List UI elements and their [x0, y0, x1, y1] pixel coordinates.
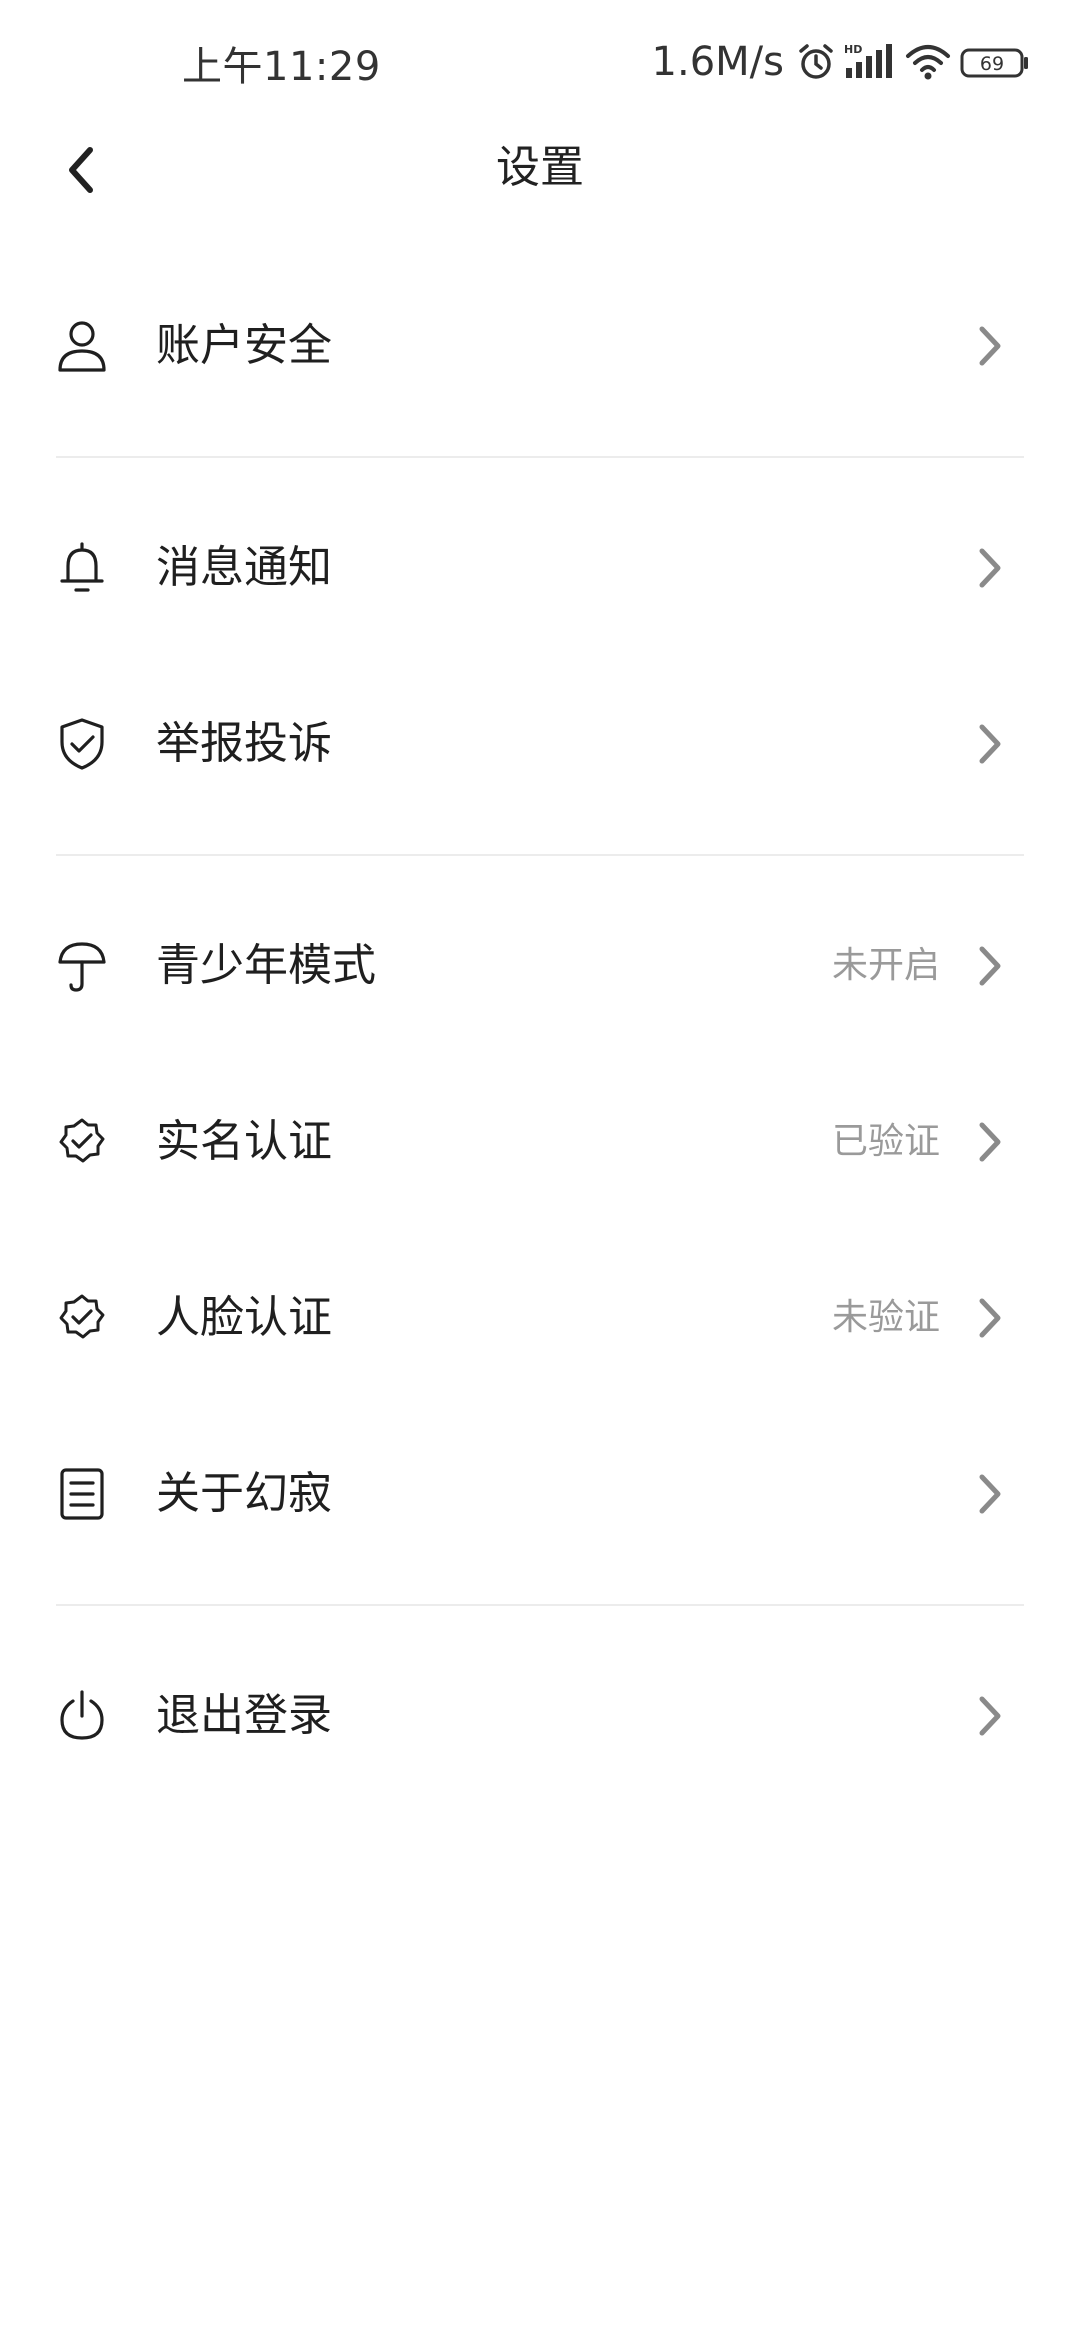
status-bar: 上午11:29 1.6M/s HD 69	[0, 0, 1080, 124]
menu-item-report[interactable]: 举报投诉	[0, 656, 1080, 832]
umbrella-icon	[54, 938, 110, 994]
menu-item-about[interactable]: 关于幻寂	[0, 1406, 1080, 1582]
battery-level: 69	[980, 53, 1004, 75]
menu-item-status: 未开启	[831, 945, 940, 986]
menu-item-account-security[interactable]: 账户安全	[0, 258, 1080, 434]
chevron-right-icon	[970, 1691, 1010, 1741]
settings-menu: 账户安全 消息通知 举报投诉 青少年模式 未开启 实名认证 已验证 人脸认证 未…	[0, 258, 1080, 1804]
shield-check-icon	[54, 716, 110, 772]
menu-item-real-name-verification[interactable]: 实名认证 已验证	[0, 1054, 1080, 1230]
chevron-right-icon	[970, 1293, 1010, 1343]
verified-badge-icon	[54, 1290, 110, 1346]
menu-item-label: 人脸认证	[156, 1292, 332, 1343]
chevron-right-icon	[970, 1469, 1010, 1519]
menu-item-label: 账户安全	[156, 320, 332, 371]
chevron-right-icon	[970, 543, 1010, 593]
network-speed: 1.6M/s	[651, 39, 784, 85]
verified-badge-icon	[54, 1114, 110, 1170]
chevron-right-icon	[970, 1117, 1010, 1167]
menu-item-label: 青少年模式	[156, 940, 376, 991]
status-icons: 1.6M/s HD 69	[652, 34, 1030, 90]
menu-item-label: 关于幻寂	[156, 1468, 332, 1519]
nav-bar: 设置	[0, 124, 1080, 216]
chevron-right-icon	[970, 941, 1010, 991]
battery-icon: 69	[960, 42, 1030, 82]
wifi-icon	[904, 42, 952, 82]
bell-icon	[54, 540, 110, 596]
menu-item-label: 举报投诉	[156, 718, 332, 769]
power-icon	[54, 1688, 110, 1744]
menu-item-notifications[interactable]: 消息通知	[0, 480, 1080, 656]
menu-item-face-verification[interactable]: 人脸认证 未验证	[0, 1230, 1080, 1406]
page-title: 设置	[496, 142, 584, 193]
status-time: 上午11:29	[182, 44, 381, 90]
menu-item-status: 已验证	[831, 1121, 940, 1162]
svg-text:HD: HD	[844, 43, 862, 56]
menu-item-youth-mode[interactable]: 青少年模式 未开启	[0, 878, 1080, 1054]
menu-item-status: 未验证	[831, 1297, 940, 1338]
chevron-right-icon	[970, 321, 1010, 371]
alarm-icon	[796, 42, 836, 82]
user-icon	[54, 318, 110, 374]
menu-item-label: 消息通知	[156, 542, 332, 593]
menu-item-label: 实名认证	[156, 1116, 332, 1167]
chevron-right-icon	[970, 719, 1010, 769]
menu-item-label: 退出登录	[156, 1690, 332, 1741]
document-icon	[54, 1466, 110, 1522]
hd-signal-icon: HD	[844, 42, 896, 82]
menu-item-logout[interactable]: 退出登录	[0, 1628, 1080, 1804]
